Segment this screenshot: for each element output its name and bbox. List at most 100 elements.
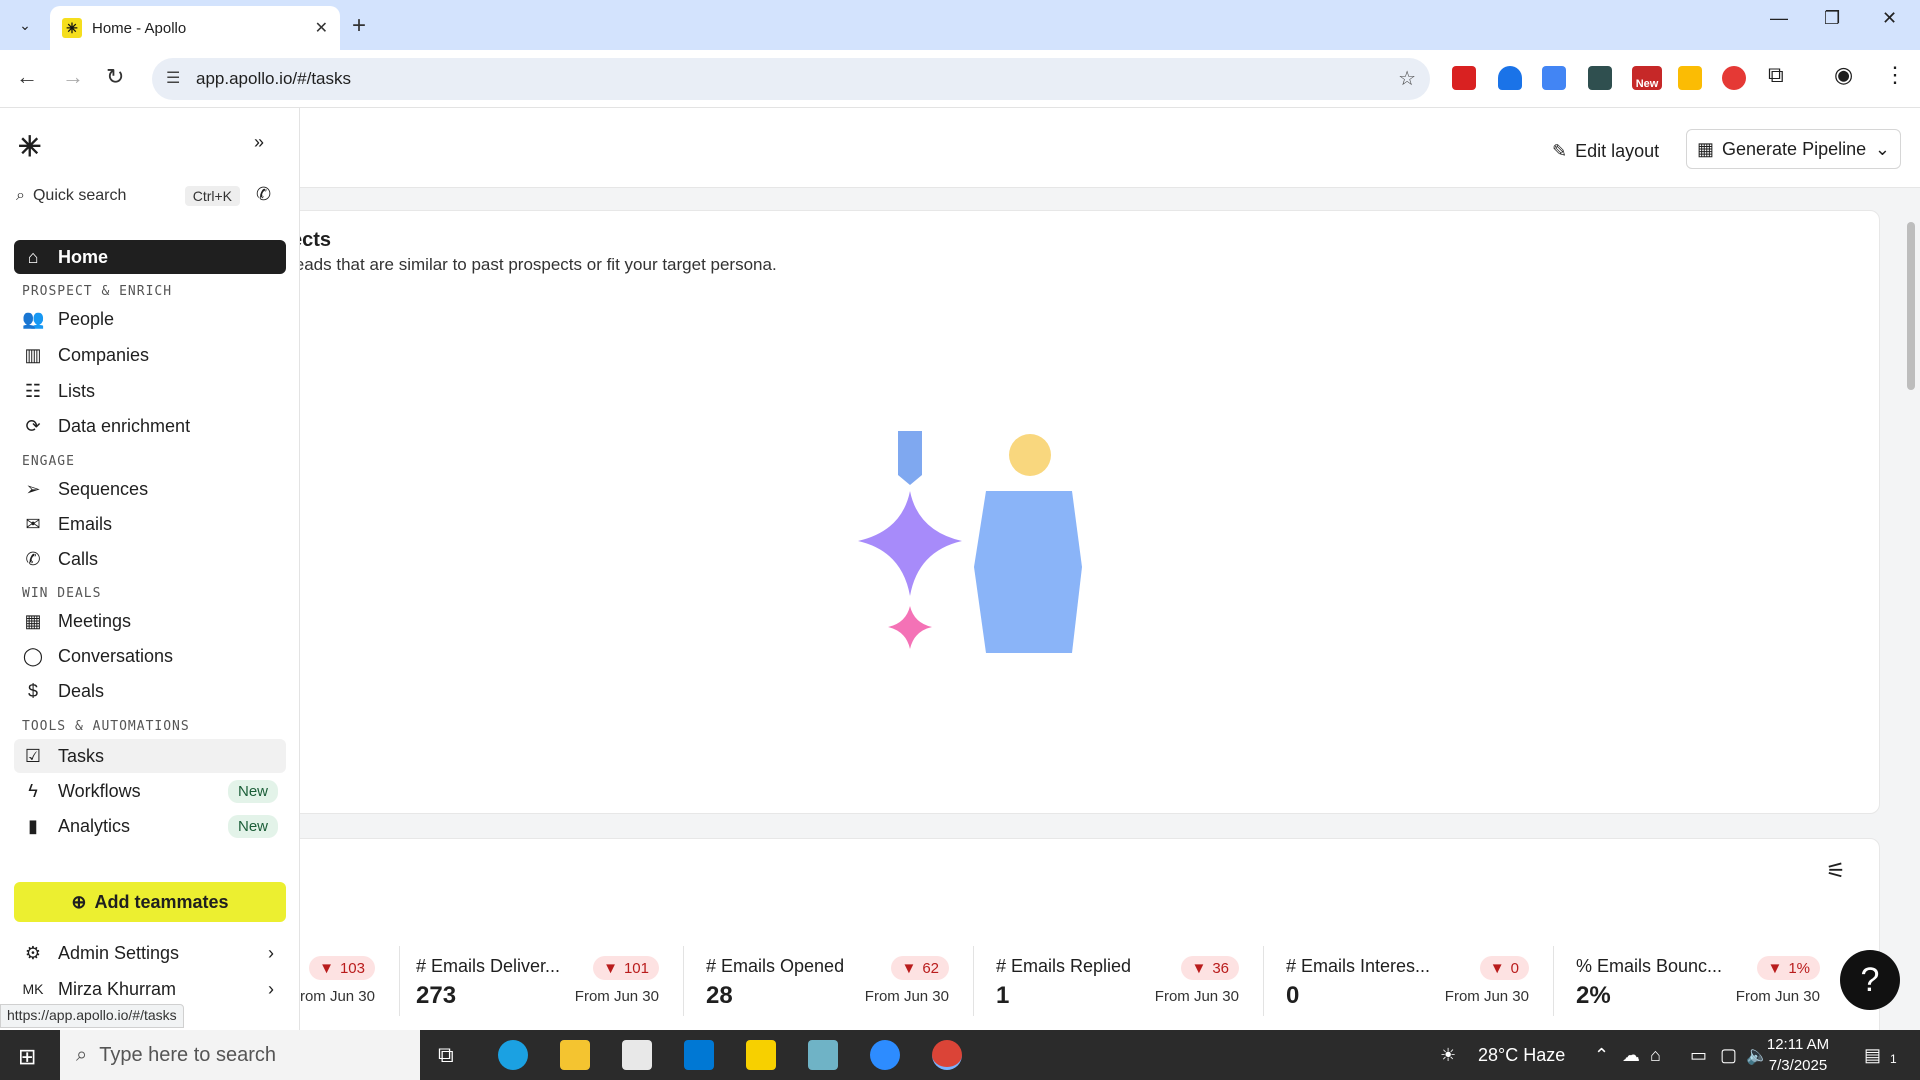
new-badge: New — [227, 814, 278, 838]
sidebar-item-deals[interactable]: $ Deals — [14, 674, 286, 708]
docs-extension-icon[interactable] — [1542, 66, 1566, 90]
prospects-card: ects leads that are similar to past pros… — [262, 210, 1880, 814]
task-view-icon[interactable]: ⧉ — [438, 1042, 454, 1068]
home-icon: ⌂ — [27, 246, 39, 267]
people-icon: 👥 — [22, 308, 45, 329]
sidebar-item-tasks[interactable]: ☑ Tasks — [14, 739, 286, 773]
phone-icon[interactable]: ✆ — [256, 184, 271, 205]
sidebar-item-lists[interactable]: ☷ Lists — [14, 374, 286, 408]
metric-label: # Emails Opened — [706, 956, 845, 976]
sidebar-item-companies[interactable]: ▥ Companies — [14, 338, 286, 372]
caret-down-icon: ▼ — [1767, 959, 1783, 977]
tab-title: Home - Apollo — [92, 19, 187, 37]
mail-icon: ✉ — [25, 513, 41, 534]
metric-from-date: From Jun 30 — [1735, 988, 1820, 1005]
metric-card[interactable]: % Emails Bounc... ▼ 1% 2% From Jun 30 — [1554, 946, 1844, 1016]
page-scrollbar[interactable] — [1906, 198, 1916, 1028]
add-teammates-button[interactable]: ⊕ Add teammates — [14, 882, 286, 922]
lightning-icon: ϟ — [28, 780, 38, 801]
tab-search-icon[interactable]: ⌄ — [12, 12, 38, 38]
filter-settings-icon[interactable]: ⚟ — [1826, 858, 1846, 884]
bookmark-star-icon[interactable]: ☆ — [1398, 66, 1416, 91]
folder-extension-icon[interactable] — [1588, 66, 1612, 90]
sidebar-item-sequences[interactable]: ➢ Sequences — [14, 472, 286, 506]
windows-start-icon[interactable]: ⊞ — [18, 1044, 36, 1070]
chrome-icon[interactable] — [932, 1040, 962, 1070]
sidebar-item-admin-settings[interactable]: ⚙ Admin Settings › — [14, 936, 286, 970]
forward-icon[interactable]: → — [62, 64, 84, 90]
display-icon[interactable]: ▢ — [1720, 1045, 1737, 1066]
quick-search-input[interactable]: ⌕ Quick search Ctrl+K — [16, 178, 240, 214]
pokeball-extension-icon[interactable] — [1722, 66, 1746, 90]
illustration-sparkle-small — [888, 606, 932, 649]
sidebar-item-data-enrichment[interactable]: ⟳ Data enrichment — [14, 409, 286, 443]
browser-tabstrip: ⌄ ✳ Home - Apollo ✕ + — ❐ ✕ — [0, 0, 1920, 50]
app-icon[interactable] — [808, 1040, 838, 1070]
browser-tab-active[interactable]: ✳ Home - Apollo ✕ — [50, 6, 340, 50]
file-explorer-icon[interactable] — [560, 1040, 590, 1070]
generate-pipeline-label: Generate Pipeline — [1722, 138, 1867, 159]
pdf-extension-icon[interactable] — [1452, 66, 1476, 90]
clock-date: 7/3/2025 — [1768, 1057, 1828, 1074]
weather-icon[interactable]: ☀ — [1440, 1045, 1456, 1066]
metric-card[interactable]: # Emails Deliver... ▼ 101 273 From Jun 30 — [394, 946, 684, 1016]
phone-icon: ✆ — [25, 548, 41, 569]
sidebar-item-workflows[interactable]: ϟ Workflows New — [14, 774, 286, 808]
profile-icon[interactable]: ◉ — [1834, 62, 1858, 87]
tray-chevron-up-icon[interactable]: ⌃ — [1594, 1045, 1609, 1066]
new-tab-icon[interactable]: + — [352, 12, 366, 40]
sidebar-item-calls[interactable]: ✆ Calls — [14, 542, 286, 576]
network-icon[interactable]: ⌂ — [1650, 1045, 1661, 1066]
back-icon[interactable]: ← — [16, 64, 38, 90]
taskbar-clock[interactable]: 12:11 AM 7/3/2025 — [1748, 1034, 1848, 1076]
extensions-puzzle-icon[interactable]: ⧉ — [1768, 62, 1792, 87]
zoom-icon[interactable] — [870, 1040, 900, 1070]
gear-icon: ⚙ — [24, 942, 42, 963]
sidebar-item-home[interactable]: ⌂ Home — [14, 240, 286, 274]
sidebar-item-emails[interactable]: ✉ Emails — [14, 507, 286, 541]
edit-layout-button[interactable]: ✎ Edit layout — [1552, 134, 1659, 168]
new-extension-icon[interactable]: New — [1632, 66, 1662, 90]
close-tab-icon[interactable]: ✕ — [315, 18, 328, 38]
onedrive-icon[interactable]: ☁ — [1622, 1045, 1640, 1066]
sticky-notes-icon[interactable] — [746, 1040, 776, 1070]
metric-card[interactable]: # Emails Interes... ▼ 0 0 From Jun 30 — [1264, 946, 1554, 1016]
caret-down-icon: ▼ — [901, 959, 917, 977]
generate-pipeline-button[interactable]: ▦ Generate Pipeline ⌄ — [1686, 129, 1901, 169]
sidebar: ✳ » ⌕ Quick search Ctrl+K ✆ ⌂ Home PROSPE… — [0, 108, 300, 1030]
site-info-icon[interactable]: ☰ — [166, 68, 180, 88]
shield-extension-icon[interactable] — [1498, 66, 1522, 90]
sidebar-item-analytics[interactable]: ▮ Analytics New — [14, 809, 286, 843]
section-prospect-enrich: PROSPECT & ENRICH — [22, 284, 173, 299]
reload-icon[interactable]: ↻ — [106, 64, 124, 90]
browser-menu-icon[interactable]: ⋮ — [1884, 62, 1908, 87]
apollo-logo-icon[interactable]: ✳ — [18, 130, 41, 163]
sidebar-item-meetings[interactable]: ▦ Meetings — [14, 604, 286, 638]
address-bar[interactable]: ☰ app.apollo.io/#/tasks ☆ — [152, 58, 1430, 100]
url-text: app.apollo.io/#/tasks — [196, 69, 351, 88]
scrollbar-thumb[interactable] — [1907, 222, 1915, 390]
sidebar-item-people[interactable]: 👥 People — [14, 302, 286, 336]
sidebar-item-profile[interactable]: MK Mirza Khurram › — [14, 972, 286, 1006]
store-icon[interactable] — [622, 1040, 652, 1070]
metric-card[interactable]: # Emails Opened ▼ 62 28 From Jun 30 — [684, 946, 974, 1016]
illustration-head — [1009, 434, 1051, 476]
sidebar-item-conversations[interactable]: ◯ Conversations — [14, 639, 286, 673]
pencil-icon: ✎ — [1552, 140, 1568, 161]
restore-icon[interactable]: ❐ — [1824, 8, 1840, 29]
minimize-icon[interactable]: — — [1770, 8, 1788, 29]
taskbar-search-input[interactable]: ⌕ Type here to search — [60, 1030, 420, 1080]
mail-app-icon[interactable] — [684, 1040, 714, 1070]
battery-icon[interactable]: ▭ — [1690, 1045, 1707, 1066]
edge-icon[interactable] — [498, 1040, 528, 1070]
metric-card[interactable]: # Emails Replied ▼ 36 1 From Jun 30 — [974, 946, 1264, 1016]
help-button[interactable]: ? — [1840, 950, 1900, 1010]
expand-sidebar-icon[interactable]: » — [254, 132, 264, 153]
weather-text[interactable]: 28°C Haze — [1478, 1045, 1565, 1066]
close-window-icon[interactable]: ✕ — [1882, 8, 1897, 29]
yellow-extension-icon[interactable] — [1678, 66, 1702, 90]
metric-change-badge: ▼ 62 — [891, 956, 949, 980]
caret-down-icon: ▼ — [1489, 959, 1505, 977]
calendar-icon: ▦ — [24, 610, 42, 631]
notifications-icon[interactable]: ▤ — [1864, 1045, 1881, 1066]
